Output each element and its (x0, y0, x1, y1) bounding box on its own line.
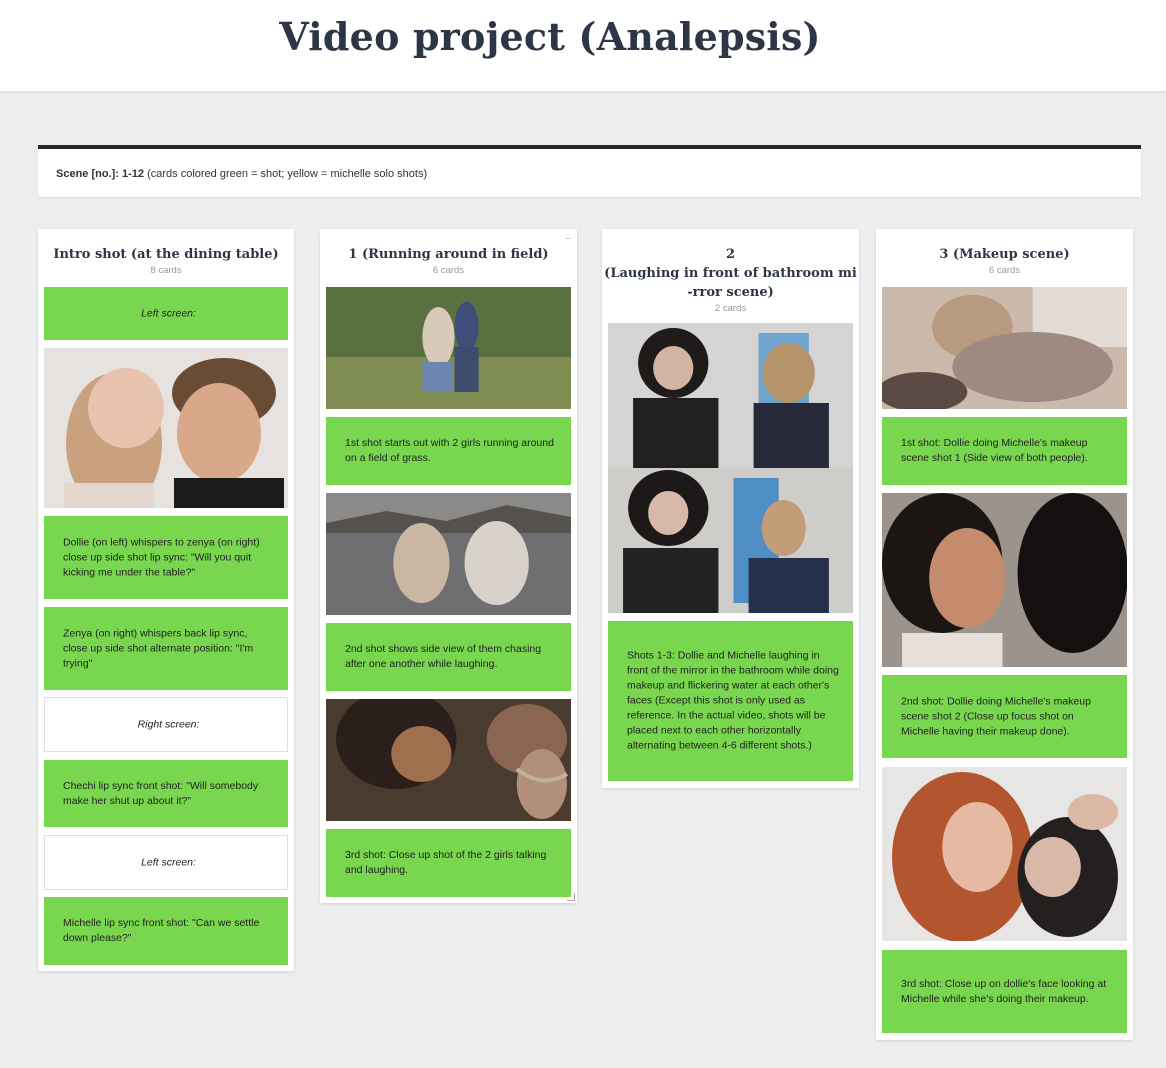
image-icon (882, 767, 1127, 941)
card-text-content: 1st shot: Dollie doing Michelle's makeup… (901, 437, 1088, 464)
image-icon (326, 493, 571, 615)
card-text[interactable]: Zenya (on right) whispers back lip sync,… (44, 607, 288, 690)
card-text[interactable]: Left screen: (44, 835, 288, 890)
column-title[interactable]: 3 (Makeup scene) (876, 245, 1133, 264)
card-text-content: Dollie (on left) whispers to zenya (on r… (63, 536, 260, 578)
column-title[interactable]: Intro shot (at the dining table) (38, 245, 294, 264)
card-image[interactable] (326, 699, 571, 821)
card-text[interactable]: 2nd shot: Dollie doing Michelle's makeup… (882, 675, 1127, 758)
card-text-content: Zenya (on right) whispers back lip sync,… (63, 627, 254, 669)
card-image[interactable] (882, 287, 1127, 409)
card-text[interactable]: Dollie (on left) whispers to zenya (on r… (44, 516, 288, 599)
column-header: 1 (Running around in field) 6 cards (320, 229, 577, 276)
image-icon (326, 287, 571, 409)
page-title: Video project (Analepsis) (279, 14, 821, 59)
column-card-count: 6 cards (988, 265, 1021, 276)
card-image[interactable] (326, 493, 571, 615)
card-text[interactable]: 2nd shot shows side view of them chasing… (326, 623, 571, 691)
board-description-text: Scene [no.]: 1-12 (cards colored green =… (56, 168, 427, 180)
column-collapse-icon[interactable]: – (565, 233, 571, 244)
board-description-label: Scene [no.]: 1-12 (56, 168, 145, 180)
card-text[interactable]: Right screen: (44, 697, 288, 752)
card-image[interactable] (44, 348, 288, 508)
column-makeup-scene[interactable]: 3 (Makeup scene) 6 cards 1st shot: Dolli… (876, 229, 1133, 1040)
board-description[interactable]: Scene [no.]: 1-12 (cards colored green =… (38, 145, 1141, 197)
page-header: Video project (Analepsis) (0, 0, 1166, 92)
column-running-in-field[interactable]: – 1 (Running around in field) 6 cards 1s… (320, 229, 577, 903)
board-description-detail: (cards colored green = shot; yellow = mi… (144, 168, 428, 180)
card-text[interactable]: Shots 1-3: Dollie and Michelle laughing … (608, 621, 853, 781)
card-text-content: 2nd shot shows side view of them chasing… (345, 643, 542, 670)
column-title-line: 2 (725, 247, 736, 262)
column-card-count: 6 cards (432, 265, 465, 276)
card-text[interactable]: Chechi lip sync front shot: "Will somebo… (44, 760, 288, 827)
card-text-content: 1st shot starts out with 2 girls running… (345, 437, 554, 464)
image-icon (44, 348, 288, 508)
column-header: Intro shot (at the dining table) 8 cards (38, 229, 294, 276)
column-header: 2 (Laughing in front of bathroom mi -rro… (602, 229, 859, 314)
card-text[interactable]: 1st shot starts out with 2 girls running… (326, 417, 571, 485)
column-title-line: -rror scene) (687, 285, 774, 300)
card-text[interactable]: 3rd shot: Close up shot of the 2 girls t… (326, 829, 571, 897)
card-text-content: 2nd shot: Dollie doing Michelle's makeup… (901, 695, 1091, 737)
card-text-content: Chechi lip sync front shot: "Will somebo… (63, 779, 259, 807)
card-text-content: Shots 1-3: Dollie and Michelle laughing … (627, 649, 839, 752)
card-text-content: 3rd shot: Close up shot of the 2 girls t… (345, 849, 547, 876)
column-card-count: 8 cards (150, 265, 182, 276)
card-text[interactable]: Michelle lip sync front shot: "Can we se… (44, 897, 288, 965)
card-text[interactable]: 1st shot: Dollie doing Michelle's makeup… (882, 417, 1127, 485)
resize-handle-icon[interactable] (567, 893, 575, 901)
card-text-content: Left screen: (141, 307, 196, 319)
image-icon (882, 493, 1127, 667)
card-image[interactable] (608, 323, 853, 613)
image-icon (608, 323, 853, 613)
column-title[interactable]: 2 (Laughing in front of bathroom mi -rro… (602, 245, 859, 302)
card-text-content: Michelle lip sync front shot: "Can we se… (63, 917, 260, 944)
card-image[interactable] (882, 767, 1127, 941)
card-text[interactable]: 3rd shot: Close up on dollie's face look… (882, 950, 1127, 1033)
image-icon (326, 699, 571, 821)
card-text[interactable]: Left screen: (44, 287, 288, 340)
card-text-content: Left screen: (141, 856, 196, 868)
column-title[interactable]: 1 (Running around in field) (320, 245, 577, 264)
column-intro-shot[interactable]: Intro shot (at the dining table) 8 cards… (38, 229, 294, 971)
card-image[interactable] (326, 287, 571, 409)
column-card-count: 2 cards (714, 303, 747, 314)
card-text-content: Right screen: (137, 718, 200, 730)
card-image[interactable] (882, 493, 1127, 667)
image-icon (882, 287, 1127, 409)
column-bathroom-mirror[interactable]: 2 (Laughing in front of bathroom mi -rro… (602, 229, 859, 788)
column-header: 3 (Makeup scene) 6 cards (876, 229, 1133, 276)
card-text-content: 3rd shot: Close up on dollie's face look… (901, 977, 1107, 1005)
column-title-line: (Laughing in front of bathroom mi (604, 266, 857, 281)
